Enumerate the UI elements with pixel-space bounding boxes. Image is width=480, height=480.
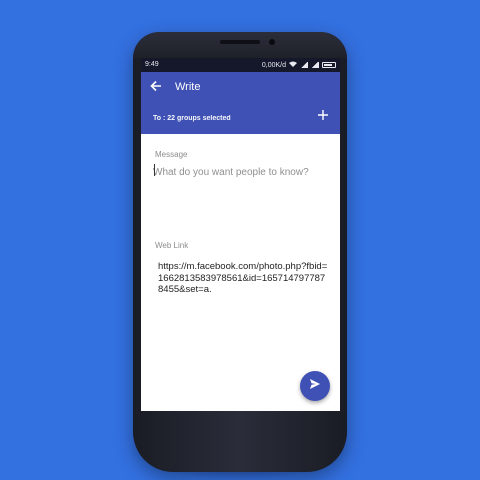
signal-icon-2 <box>311 62 319 68</box>
send-icon <box>309 377 321 395</box>
signal-icon <box>300 62 308 68</box>
message-label: Message <box>155 150 188 159</box>
status-icons: 0,00K/d <box>262 61 336 69</box>
text-cursor <box>154 164 155 176</box>
status-bar: 9:49 0,00K/d <box>141 58 340 72</box>
send-button[interactable] <box>300 371 330 401</box>
battery-icon <box>322 62 336 68</box>
wifi-icon <box>289 61 297 69</box>
page-title: Write <box>175 81 201 93</box>
message-input[interactable] <box>153 165 328 179</box>
weblink-input[interactable]: https://m.facebook.com/photo.php?fbid=16… <box>158 261 330 296</box>
status-time: 9:49 <box>145 61 159 68</box>
phone-top-bezel <box>133 32 347 58</box>
plus-icon[interactable] <box>318 108 328 122</box>
recipients-label[interactable]: To : 22 groups selected <box>153 115 231 122</box>
arrow-left-icon[interactable] <box>150 80 162 95</box>
network-speed: 0,00K/d <box>261 61 286 69</box>
phone-screen: 9:49 0,00K/d Write To : 22 groups select… <box>141 58 340 411</box>
app-bar: Write To : 22 groups selected <box>141 72 340 134</box>
front-camera <box>269 39 275 45</box>
speaker-grille <box>220 40 260 44</box>
weblink-label: Web Link <box>155 241 189 250</box>
compose-form: Message Web Link https://m.facebook.com/… <box>141 134 340 411</box>
